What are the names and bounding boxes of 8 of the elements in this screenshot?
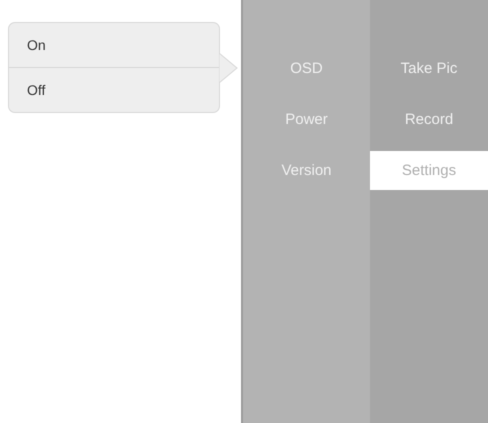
submenu-item[interactable]: Record <box>370 94 488 145</box>
popover-option[interactable]: On <box>9 23 219 67</box>
submenu-item[interactable]: Take Pic <box>370 43 488 94</box>
menu-item[interactable]: OSD <box>243 43 370 94</box>
menu-item[interactable]: Power <box>243 94 370 145</box>
popover-option[interactable]: Off <box>9 67 219 112</box>
menu-item[interactable]: Version <box>243 145 370 196</box>
submenu-item[interactable]: Settings <box>370 151 488 190</box>
